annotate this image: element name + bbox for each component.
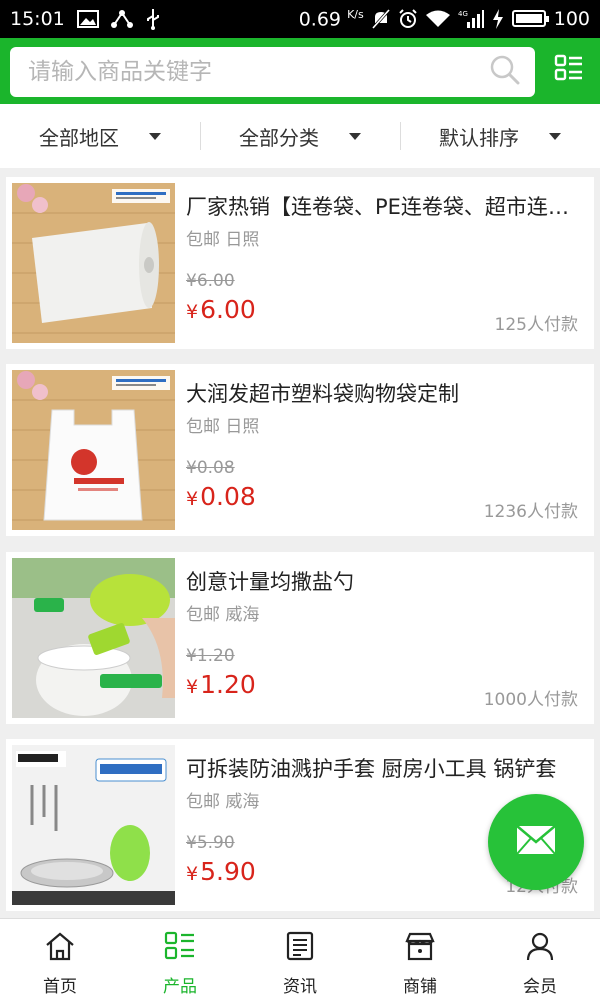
list-menu-icon [554, 54, 584, 88]
mute-icon [371, 8, 390, 29]
tab-shop[interactable]: 商铺 [360, 919, 480, 1000]
header [0, 38, 600, 104]
grid-list-icon [164, 931, 196, 966]
share-icon [110, 9, 133, 29]
product-meta: 包邮 日照 [186, 230, 260, 250]
product-meta: 包邮 日照 [186, 417, 260, 437]
sales-count: 1000人付款 [483, 690, 578, 710]
clock: 15:01 [10, 8, 65, 30]
tab-home[interactable]: 首页 [0, 919, 120, 1000]
category-menu-button[interactable] [552, 54, 586, 88]
battery-icon [511, 10, 549, 28]
search-box[interactable] [10, 47, 535, 97]
product-image [12, 370, 175, 530]
product-title[interactable]: 可拆装防油溅护手套 厨房小工具 锅铲套 [186, 753, 581, 783]
caret-down-icon [349, 132, 361, 140]
filter-label: 默认排序 [439, 125, 519, 150]
tab-label: 产品 [163, 977, 197, 997]
product-title[interactable]: 厂家热销【连卷袋、PE连卷袋、超市连卷袋 [186, 191, 581, 221]
product-meta: 包邮 威海 [186, 605, 260, 625]
user-icon [525, 931, 555, 966]
filter-bar: 全部地区 全部分类 默认排序 [0, 104, 600, 168]
sale-price: ¥1.20 [186, 670, 256, 699]
filter-label: 全部地区 [39, 125, 119, 150]
caret-down-icon [549, 132, 561, 140]
original-price: ¥0.08 [186, 458, 235, 478]
product-card[interactable]: 创意计量均撒盐勺 包邮 威海 ¥1.20 ¥1.20 1000人付款 [6, 552, 594, 724]
product-title[interactable]: 大润发超市塑料袋购物袋定制 [186, 378, 581, 408]
tab-label: 会员 [523, 977, 557, 997]
filter-region[interactable]: 全部地区 [0, 104, 200, 168]
wifi-icon [425, 10, 450, 28]
filter-label: 全部分类 [239, 125, 319, 150]
news-icon [285, 931, 315, 966]
product-title[interactable]: 创意计量均撒盐勺 [186, 566, 581, 596]
sale-price: ¥0.08 [186, 482, 256, 511]
tab-label: 首页 [43, 977, 77, 997]
sales-count: 125人付款 [494, 315, 578, 335]
cell-signal-icon: 4G [458, 9, 484, 29]
original-price: ¥1.20 [186, 646, 235, 666]
charging-icon [492, 8, 504, 29]
search-input[interactable] [28, 59, 489, 85]
shop-icon [404, 931, 436, 966]
alarm-icon [398, 9, 418, 29]
sales-count: 1236人付款 [483, 502, 578, 522]
envelope-icon [516, 825, 556, 859]
product-image [12, 183, 175, 343]
original-price: ¥5.90 [186, 833, 235, 853]
product-card[interactable]: 大润发超市塑料袋购物袋定制 包邮 日照 ¥0.08 ¥0.08 1236人付款 [6, 364, 594, 536]
net-speed: 0.69 K/s [298, 7, 364, 31]
svg-text:4G: 4G [458, 10, 468, 18]
caret-down-icon [149, 132, 161, 140]
tab-news[interactable]: 资讯 [240, 919, 360, 1000]
product-meta: 包邮 威海 [186, 792, 260, 812]
tab-products[interactable]: 产品 [120, 919, 240, 1000]
message-fab-button[interactable] [488, 794, 584, 890]
product-card[interactable]: 厂家热销【连卷袋、PE连卷袋、超市连卷袋 包邮 日照 ¥6.00 ¥6.00 1… [6, 177, 594, 349]
product-image [12, 558, 175, 718]
tab-label: 商铺 [403, 977, 437, 997]
sale-price: ¥6.00 [186, 295, 256, 324]
gallery-icon [76, 10, 99, 28]
tab-label: 资讯 [283, 977, 317, 997]
sale-price: ¥5.90 [186, 857, 256, 886]
usb-icon [145, 8, 161, 30]
tab-member[interactable]: 会员 [480, 919, 600, 1000]
status-bar: 15:01 0.69 K/s 4G 100 [0, 0, 600, 38]
home-icon [44, 931, 76, 966]
product-image [12, 745, 175, 905]
original-price: ¥6.00 [186, 271, 235, 291]
battery-level: 100 [553, 7, 590, 30]
search-icon[interactable] [489, 54, 521, 90]
filter-sort[interactable]: 默认排序 [400, 104, 600, 168]
bottom-tab-bar: 首页 产品 资讯 商铺 会员 [0, 918, 600, 1000]
filter-category[interactable]: 全部分类 [200, 104, 400, 168]
